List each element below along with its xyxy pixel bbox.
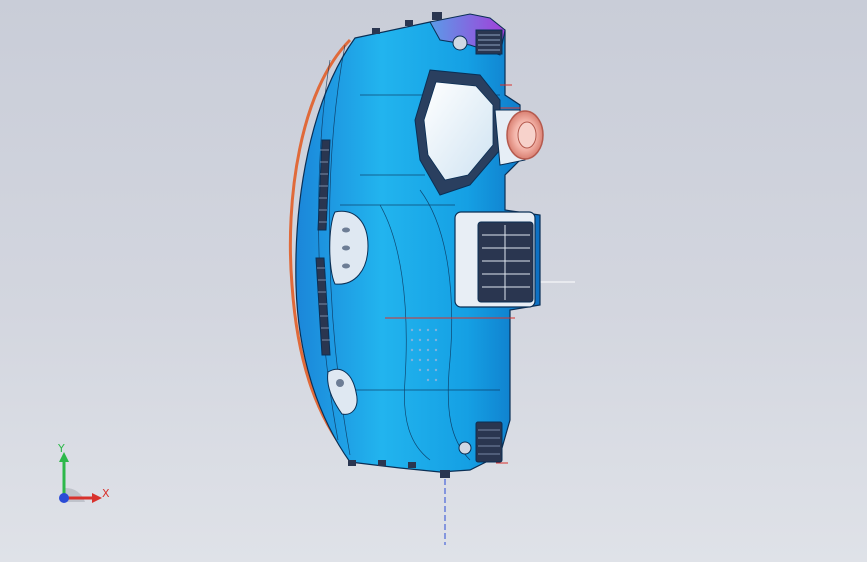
y-axis-label: Y xyxy=(58,442,65,455)
reference-triad xyxy=(59,452,102,503)
control-knob-center xyxy=(517,121,537,149)
x-axis-label: X xyxy=(102,487,110,500)
dashboard-3d-model[interactable] xyxy=(0,0,867,562)
lower-pod-button xyxy=(336,379,344,387)
top-knob xyxy=(452,35,468,51)
z-axis-origin xyxy=(59,493,69,503)
x-axis-arrowhead xyxy=(92,493,102,503)
bottom-vent xyxy=(475,421,503,463)
graphics-viewport[interactable]: Y X xyxy=(0,0,867,562)
bottom-knob xyxy=(458,441,472,455)
